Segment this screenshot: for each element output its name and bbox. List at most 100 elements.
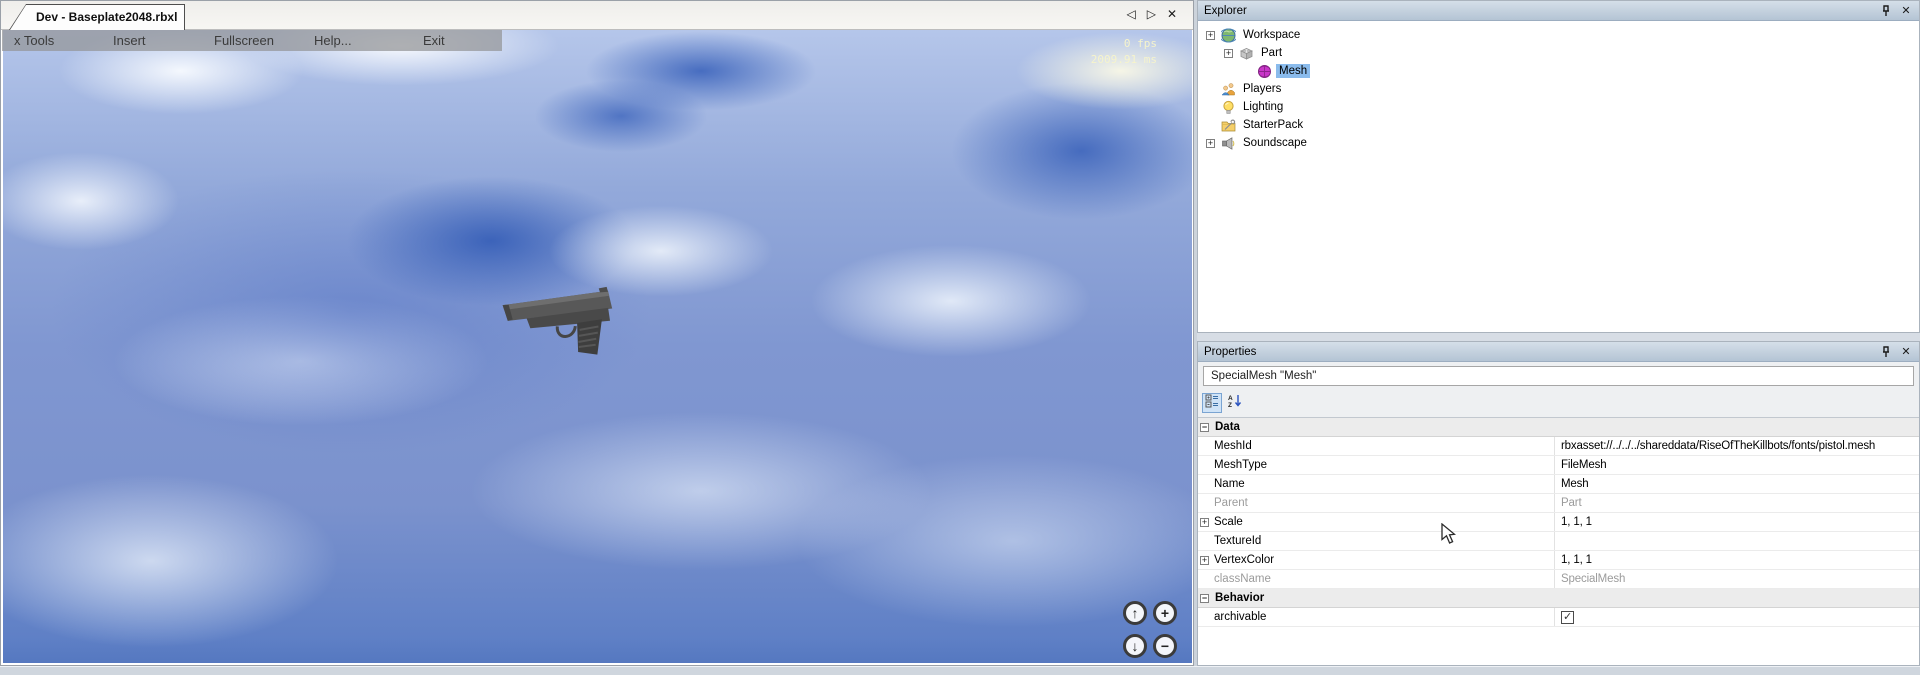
gutter: +: [1200, 556, 1214, 565]
property-name-parent: Parent: [1198, 494, 1554, 512]
pin-icon[interactable]: [1879, 4, 1893, 18]
tab-strip: Dev - Baseplate2048.rbxl ◁ ▷ ✕: [1, 1, 1193, 30]
menu-item-fullscreen[interactable]: Fullscreen: [214, 33, 274, 48]
tree-item-label: Workspace: [1240, 28, 1303, 42]
tree-item-lighting[interactable]: Lighting: [1198, 98, 1919, 116]
svg-text:Z: Z: [1228, 402, 1232, 408]
zoom-out-button[interactable]: −: [1153, 634, 1177, 658]
property-value-vertexcolor[interactable]: 1, 1, 1: [1554, 551, 1919, 569]
zoom-out-icon: −: [1161, 639, 1169, 653]
svg-text:A: A: [1228, 395, 1233, 402]
close-tab-icon[interactable]: ✕: [1167, 6, 1177, 22]
property-value-parent[interactable]: Part: [1554, 494, 1919, 512]
menu-item-help[interactable]: Help...: [314, 33, 352, 48]
expand-plus-icon[interactable]: +: [1206, 31, 1215, 40]
pan-up-icon: ↑: [1132, 606, 1139, 620]
section-label: Data: [1215, 421, 1240, 433]
categorized-icon: [1205, 394, 1219, 413]
dock-separator[interactable]: [1197, 333, 1920, 341]
gutter: −: [1198, 594, 1212, 603]
archivable-checkbox[interactable]: ✓: [1561, 611, 1574, 624]
gutter: −: [1198, 423, 1212, 432]
zoom-in-button[interactable]: +: [1153, 601, 1177, 625]
dock-area: Explorer ✕ +Workspace+PartMeshPlayersLig…: [1197, 0, 1920, 666]
tree-item-workspace[interactable]: + Workspace: [1198, 26, 1919, 44]
properties-title: Properties: [1204, 346, 1256, 358]
categorized-view-button[interactable]: [1202, 393, 1222, 413]
explorer-title: Explorer: [1204, 5, 1247, 17]
expand-plus-icon[interactable]: +: [1200, 518, 1209, 527]
collapse-minus-icon[interactable]: −: [1200, 423, 1209, 432]
mouse-cursor: [1441, 523, 1456, 545]
property-name-label: Name: [1214, 478, 1245, 490]
tree-item-mesh[interactable]: Mesh: [1198, 62, 1919, 80]
tree-item-label: Mesh: [1276, 64, 1310, 78]
property-value-meshid[interactable]: rbxasset://../../../shareddata/RiseOfThe…: [1554, 437, 1919, 455]
explorer-header: Explorer ✕: [1198, 1, 1919, 21]
zoom-in-icon: +: [1161, 606, 1169, 620]
property-value-name[interactable]: Mesh: [1554, 475, 1919, 493]
property-name-label: TextureId: [1214, 535, 1261, 547]
document-tab[interactable]: Dev - Baseplate2048.rbxl: [9, 4, 185, 30]
property-name-label: archivable: [1214, 611, 1266, 623]
expand-plus-icon[interactable]: +: [1200, 556, 1209, 565]
expand-plus-icon[interactable]: +: [1224, 49, 1233, 58]
pistol-mesh: [494, 276, 631, 367]
property-value-textureid[interactable]: [1554, 532, 1919, 550]
property-value-meshtype[interactable]: FileMesh: [1554, 456, 1919, 474]
property-name-name: Name: [1198, 475, 1554, 493]
property-value-scale[interactable]: 1, 1, 1: [1554, 513, 1919, 531]
section-row-behavior: −Behavior: [1198, 589, 1919, 608]
section-label: Behavior: [1215, 592, 1264, 604]
sort-az-icon: AZ: [1228, 394, 1242, 413]
menu-item-insert[interactable]: Insert: [113, 33, 146, 48]
property-row-name: Name Mesh: [1198, 475, 1919, 494]
property-row-parent: Parent Part: [1198, 494, 1919, 513]
menu-item-xtools[interactable]: x Tools: [14, 33, 54, 48]
tree-item-starterpack[interactable]: StarterPack: [1198, 116, 1919, 134]
property-value-classname[interactable]: SpecialMesh: [1554, 570, 1919, 588]
soundscape-speaker-icon: [1221, 136, 1236, 151]
property-name-label: className: [1214, 573, 1271, 585]
property-row-classname: className SpecialMesh: [1198, 570, 1919, 589]
property-name-vertexcolor: +VertexColor: [1198, 551, 1554, 569]
menu-item-exit[interactable]: Exit: [423, 33, 445, 48]
property-value-archivable[interactable]: ✓: [1554, 608, 1919, 626]
tab-title: Dev - Baseplate2048.rbxl: [36, 10, 177, 24]
frame-time-value: 2009.91 ms: [1091, 52, 1157, 68]
property-name-meshid: MeshId: [1198, 437, 1554, 455]
window-bottom-frame: [0, 666, 1920, 675]
collapse-minus-icon[interactable]: −: [1200, 594, 1209, 603]
sort-alphabetical-button[interactable]: AZ: [1225, 393, 1245, 413]
property-row-meshtype: MeshTypeFileMesh: [1198, 456, 1919, 475]
pin-icon[interactable]: [1879, 345, 1893, 359]
tree-item-part[interactable]: +Part: [1198, 44, 1919, 62]
next-tab-icon[interactable]: ▷: [1147, 6, 1156, 22]
tree-item-soundscape[interactable]: + Soundscape: [1198, 134, 1919, 152]
property-name-textureid: TextureId: [1198, 532, 1554, 550]
property-name-meshtype: MeshType: [1198, 456, 1554, 474]
expand-plus-icon[interactable]: +: [1206, 139, 1215, 148]
pan-up-button[interactable]: ↑: [1123, 601, 1147, 625]
tree-item-label: Players: [1240, 82, 1284, 96]
close-icon[interactable]: ✕: [1899, 345, 1913, 359]
selected-object-box[interactable]: SpecialMesh "Mesh": [1203, 366, 1914, 386]
prev-tab-icon[interactable]: ◁: [1126, 6, 1135, 22]
properties-header: Properties ✕: [1198, 342, 1919, 362]
tree-item-label: Soundscape: [1240, 136, 1310, 150]
explorer-panel: Explorer ✕ + Workspace +Part Mesh Players Lig…: [1197, 0, 1920, 333]
explorer-tree: + Workspace +Part Mesh Players LightingStarte…: [1198, 21, 1919, 332]
camera-nav-pad: ↑ + ↓ −: [1123, 601, 1183, 663]
property-name-archivable: archivable: [1198, 608, 1554, 626]
tree-item-players[interactable]: Players: [1198, 80, 1919, 98]
property-row-scale: + Scale 1, 1, 1: [1198, 513, 1919, 532]
property-name-label: Scale: [1214, 516, 1243, 528]
property-row-textureid: TextureId: [1198, 532, 1919, 551]
property-name-label: Parent: [1214, 497, 1248, 509]
workspace-globe-icon: [1221, 28, 1236, 43]
property-name-classname: className: [1198, 570, 1554, 588]
property-name-scale: + Scale: [1198, 513, 1554, 531]
properties-toolbar: AZ: [1202, 391, 1245, 415]
close-icon[interactable]: ✕: [1899, 4, 1913, 18]
pan-down-button[interactable]: ↓: [1123, 634, 1147, 658]
